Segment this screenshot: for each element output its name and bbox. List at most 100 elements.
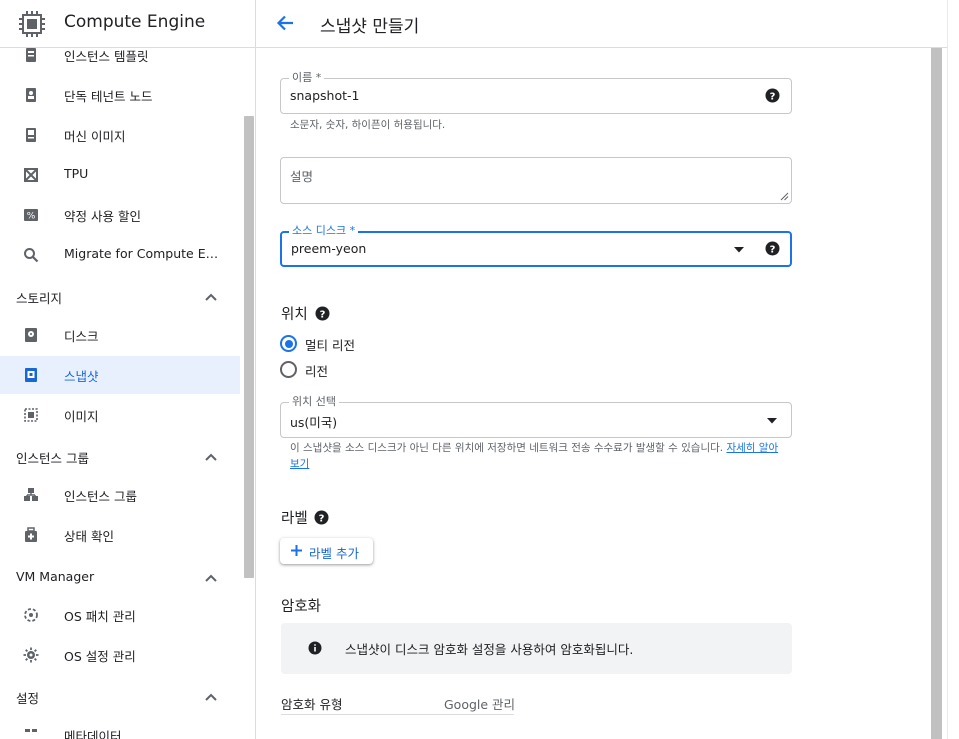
labels-title: 라벨: [281, 511, 308, 527]
source-disk-select[interactable]: 소스 디스크 * preem-yeon ?: [280, 224, 792, 267]
instance-group-icon: [24, 488, 38, 501]
disk-icon: [25, 328, 37, 342]
help-icon[interactable]: ?: [765, 241, 780, 256]
instance-template-icon: [26, 48, 36, 62]
svg-text:?: ?: [319, 513, 325, 524]
window-edge: [947, 0, 959, 739]
info-icon: [308, 641, 322, 655]
dropdown-arrow-icon[interactable]: [766, 417, 778, 425]
machine-image-icon: [26, 128, 36, 142]
metadata-icon: [25, 729, 37, 732]
svg-text:%: %: [27, 212, 36, 222]
sidebar-section-storage[interactable]: 스토리지: [0, 282, 240, 312]
location-select[interactable]: 위치 선택 us(미국): [280, 395, 792, 438]
sidebar-item-instance-groups[interactable]: 인스턴스 그룹: [0, 476, 240, 514]
app-title: Compute Engine: [64, 12, 206, 32]
sidebar-section-instance-groups[interactable]: 인스턴스 그룹: [0, 442, 240, 472]
sidebar-item-committed-use-discounts[interactable]: % 약정 사용 할인: [0, 196, 240, 234]
arrow-back-icon[interactable]: [274, 12, 296, 34]
location-hint-text: 이 스냅샷을 소스 디스크가 아닌 다른 위치에 저장하면 네트워크 전송 수수…: [290, 442, 724, 454]
sidebar-section-settings[interactable]: 설정: [0, 682, 240, 712]
percent-icon: %: [24, 209, 38, 222]
help-icon[interactable]: ?: [315, 306, 330, 321]
resize-handle-icon[interactable]: [780, 192, 789, 201]
sidebar-item-label: 디스크: [64, 329, 99, 344]
sidebar-item-os-config[interactable]: OS 설정 관리: [0, 636, 240, 674]
section-title: 인스턴스 그룹: [16, 451, 89, 466]
radio-multi-region-label[interactable]: 멀티 리전: [305, 335, 355, 354]
help-icon[interactable]: ?: [765, 88, 780, 103]
sidebar: 인스턴스 템플릿 단독 테넌트 노드 머신 이미지 TPU % 약정 사용 할인…: [0, 0, 256, 739]
sidebar-item-label: 단독 테넌트 노드: [64, 89, 153, 104]
encryption-type-value: Google 관리: [444, 697, 516, 712]
os-patch-icon: [24, 608, 38, 622]
chevron-up-icon: [205, 693, 217, 701]
name-field-label: 이름 *: [289, 71, 325, 85]
sidebar-item-label: 약정 사용 할인: [64, 209, 141, 224]
sidebar-item-machine-images[interactable]: 머신 이미지: [0, 116, 240, 154]
sidebar-item-images[interactable]: 이미지: [0, 396, 240, 434]
location-select-label: 위치 선택: [289, 395, 339, 409]
os-config-icon: [23, 647, 39, 663]
sidebar-item-label: TPU: [64, 166, 89, 181]
sidebar-item-health-checks[interactable]: 상태 확인: [0, 516, 240, 554]
image-icon: [24, 408, 38, 422]
location-title: 위치: [281, 307, 308, 323]
sidebar-header: Compute Engine: [0, 0, 255, 48]
sidebar-nav: 인스턴스 템플릿 단독 테넌트 노드 머신 이미지 TPU % 약정 사용 할인…: [0, 48, 240, 739]
encryption-title: 암호화: [281, 599, 322, 615]
add-label-button-text: 라벨 추가: [309, 546, 359, 561]
sidebar-item-label: OS 패치 관리: [64, 609, 136, 624]
sidebar-item-instance-templates[interactable]: 인스턴스 템플릿: [0, 48, 240, 74]
sidebar-item-migrate[interactable]: Migrate for Compute Engi...: [0, 236, 240, 274]
radio-region-label[interactable]: 리전: [305, 361, 328, 380]
name-hint: 소문자, 숫자, 하이픈이 허용됩니다.: [290, 119, 446, 131]
section-title: 스토리지: [16, 291, 63, 306]
svg-text:?: ?: [320, 309, 326, 320]
add-label-button[interactable]: 라벨 추가: [280, 538, 373, 564]
chevron-up-icon: [205, 293, 217, 301]
sidebar-item-label: 인스턴스 그룹: [64, 489, 137, 504]
sidebar-item-snapshots[interactable]: 스냅샷: [0, 356, 240, 394]
plus-icon: [291, 545, 302, 556]
chevron-up-icon: [205, 453, 217, 461]
sidebar-item-label: 상태 확인: [64, 529, 114, 544]
compute-engine-chip-icon[interactable]: [17, 9, 47, 39]
name-field[interactable]: 이름 * snapshot-1 ?: [280, 71, 792, 114]
health-check-icon: [25, 527, 37, 542]
help-icon[interactable]: ?: [314, 510, 329, 525]
radio-region[interactable]: [280, 361, 297, 378]
sidebar-item-label: Migrate for Compute Engi...: [64, 246, 224, 261]
sidebar-item-metadata[interactable]: 메타데이터: [0, 716, 240, 739]
snapshot-icon: [25, 368, 37, 382]
sidebar-item-label: 스냅샷: [64, 369, 99, 384]
source-disk-label: 소스 디스크 *: [289, 224, 359, 238]
name-field-value[interactable]: snapshot-1: [290, 88, 359, 103]
tpu-icon: [24, 168, 38, 182]
sidebar-scrollbar[interactable]: [244, 116, 254, 578]
sidebar-item-label: 이미지: [64, 409, 99, 424]
sidebar-item-label: 메타데이터: [64, 729, 122, 739]
sidebar-item-label: 인스턴스 템플릿: [64, 49, 149, 64]
description-field[interactable]: 설명: [280, 157, 792, 204]
main-scrollbar[interactable]: [931, 48, 942, 739]
page-title: 스냅샷 만들기: [320, 17, 420, 37]
search-icon: [24, 248, 39, 263]
sidebar-item-label: 머신 이미지: [64, 129, 126, 144]
sidebar-item-disks[interactable]: 디스크: [0, 316, 240, 354]
sole-tenant-node-icon: [26, 88, 36, 102]
sidebar-item-sole-tenant-nodes[interactable]: 단독 테넌트 노드: [0, 76, 240, 114]
encryption-type-row: 암호화 유형 Google 관리: [281, 690, 516, 715]
location-hint: 이 스냅샷을 소스 디스크가 아닌 다른 위치에 저장하면 네트워크 전송 수수…: [290, 440, 786, 472]
svg-text:?: ?: [770, 91, 776, 102]
dropdown-arrow-icon[interactable]: [733, 246, 745, 254]
section-title: 설정: [16, 691, 40, 706]
sidebar-item-tpu[interactable]: TPU: [0, 156, 240, 194]
sidebar-item-os-patch[interactable]: OS 패치 관리: [0, 596, 240, 634]
radio-multi-region[interactable]: [280, 335, 297, 352]
section-title: VM Manager: [16, 569, 95, 584]
chevron-up-icon: [205, 574, 217, 582]
sidebar-section-vm-manager[interactable]: VM Manager: [0, 563, 240, 593]
description-placeholder: 설명: [290, 169, 314, 184]
encryption-type-label: 암호화 유형: [281, 697, 343, 712]
